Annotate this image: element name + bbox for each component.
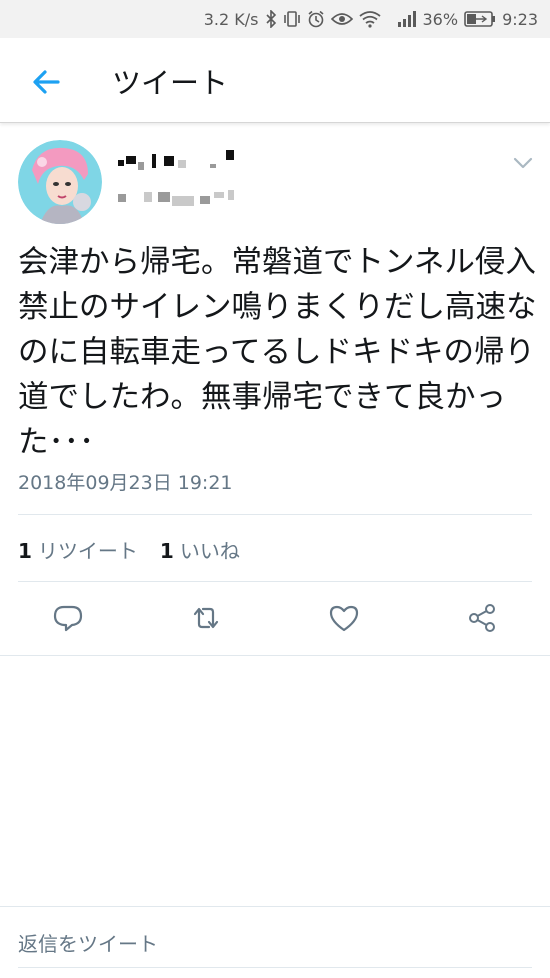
like-count: 1 <box>159 539 174 563</box>
clock-time: 9:23 <box>502 9 538 29</box>
status-bar: 3.2 K/s 36% 9:23 <box>0 0 550 38</box>
censored-handle <box>118 188 268 248</box>
retweet-stat[interactable]: 1 リツイート <box>18 535 138 564</box>
divider <box>18 581 532 582</box>
app-header: ツイート <box>0 38 550 123</box>
share-icon[interactable] <box>466 602 498 634</box>
tweet-actions <box>0 596 550 644</box>
like-label: いいね <box>179 539 240 563</box>
back-arrow-icon[interactable] <box>28 64 64 100</box>
tweet-timestamp: 2018年09月23日 19:21 <box>18 472 233 494</box>
like-stat[interactable]: 1 いいね <box>160 535 240 564</box>
reply-underline <box>18 967 532 968</box>
tweet-stats: 1 リツイート 1 いいね <box>18 535 262 564</box>
signal-icon <box>397 11 417 27</box>
heart-icon[interactable] <box>328 602 360 634</box>
alarm-icon <box>307 10 325 28</box>
divider <box>0 906 550 907</box>
avatar[interactable] <box>18 140 102 224</box>
battery-percent: 36% <box>422 9 459 29</box>
wifi-icon <box>358 10 381 28</box>
retweet-label: リツイート <box>37 539 138 563</box>
divider <box>0 655 550 656</box>
bluetooth-icon <box>265 10 277 28</box>
network-speed: 3.2 K/s <box>203 9 259 29</box>
retweet-count: 1 <box>18 539 32 563</box>
reply-icon[interactable] <box>52 602 84 634</box>
eye-comfort-icon <box>330 11 353 27</box>
retweet-icon[interactable] <box>190 602 222 634</box>
battery-icon <box>464 11 496 27</box>
tweet-text: 会津から帰宅。常磐道でトンネル侵入禁止のサイレン鳴りまくりだし高速なのに自転車走… <box>18 245 537 460</box>
chevron-down-icon[interactable] <box>512 154 534 172</box>
vibrate-icon <box>283 10 301 28</box>
reply-input[interactable]: 返信をツイート <box>18 928 158 957</box>
page-title: ツイート <box>112 66 229 100</box>
divider <box>18 514 532 515</box>
